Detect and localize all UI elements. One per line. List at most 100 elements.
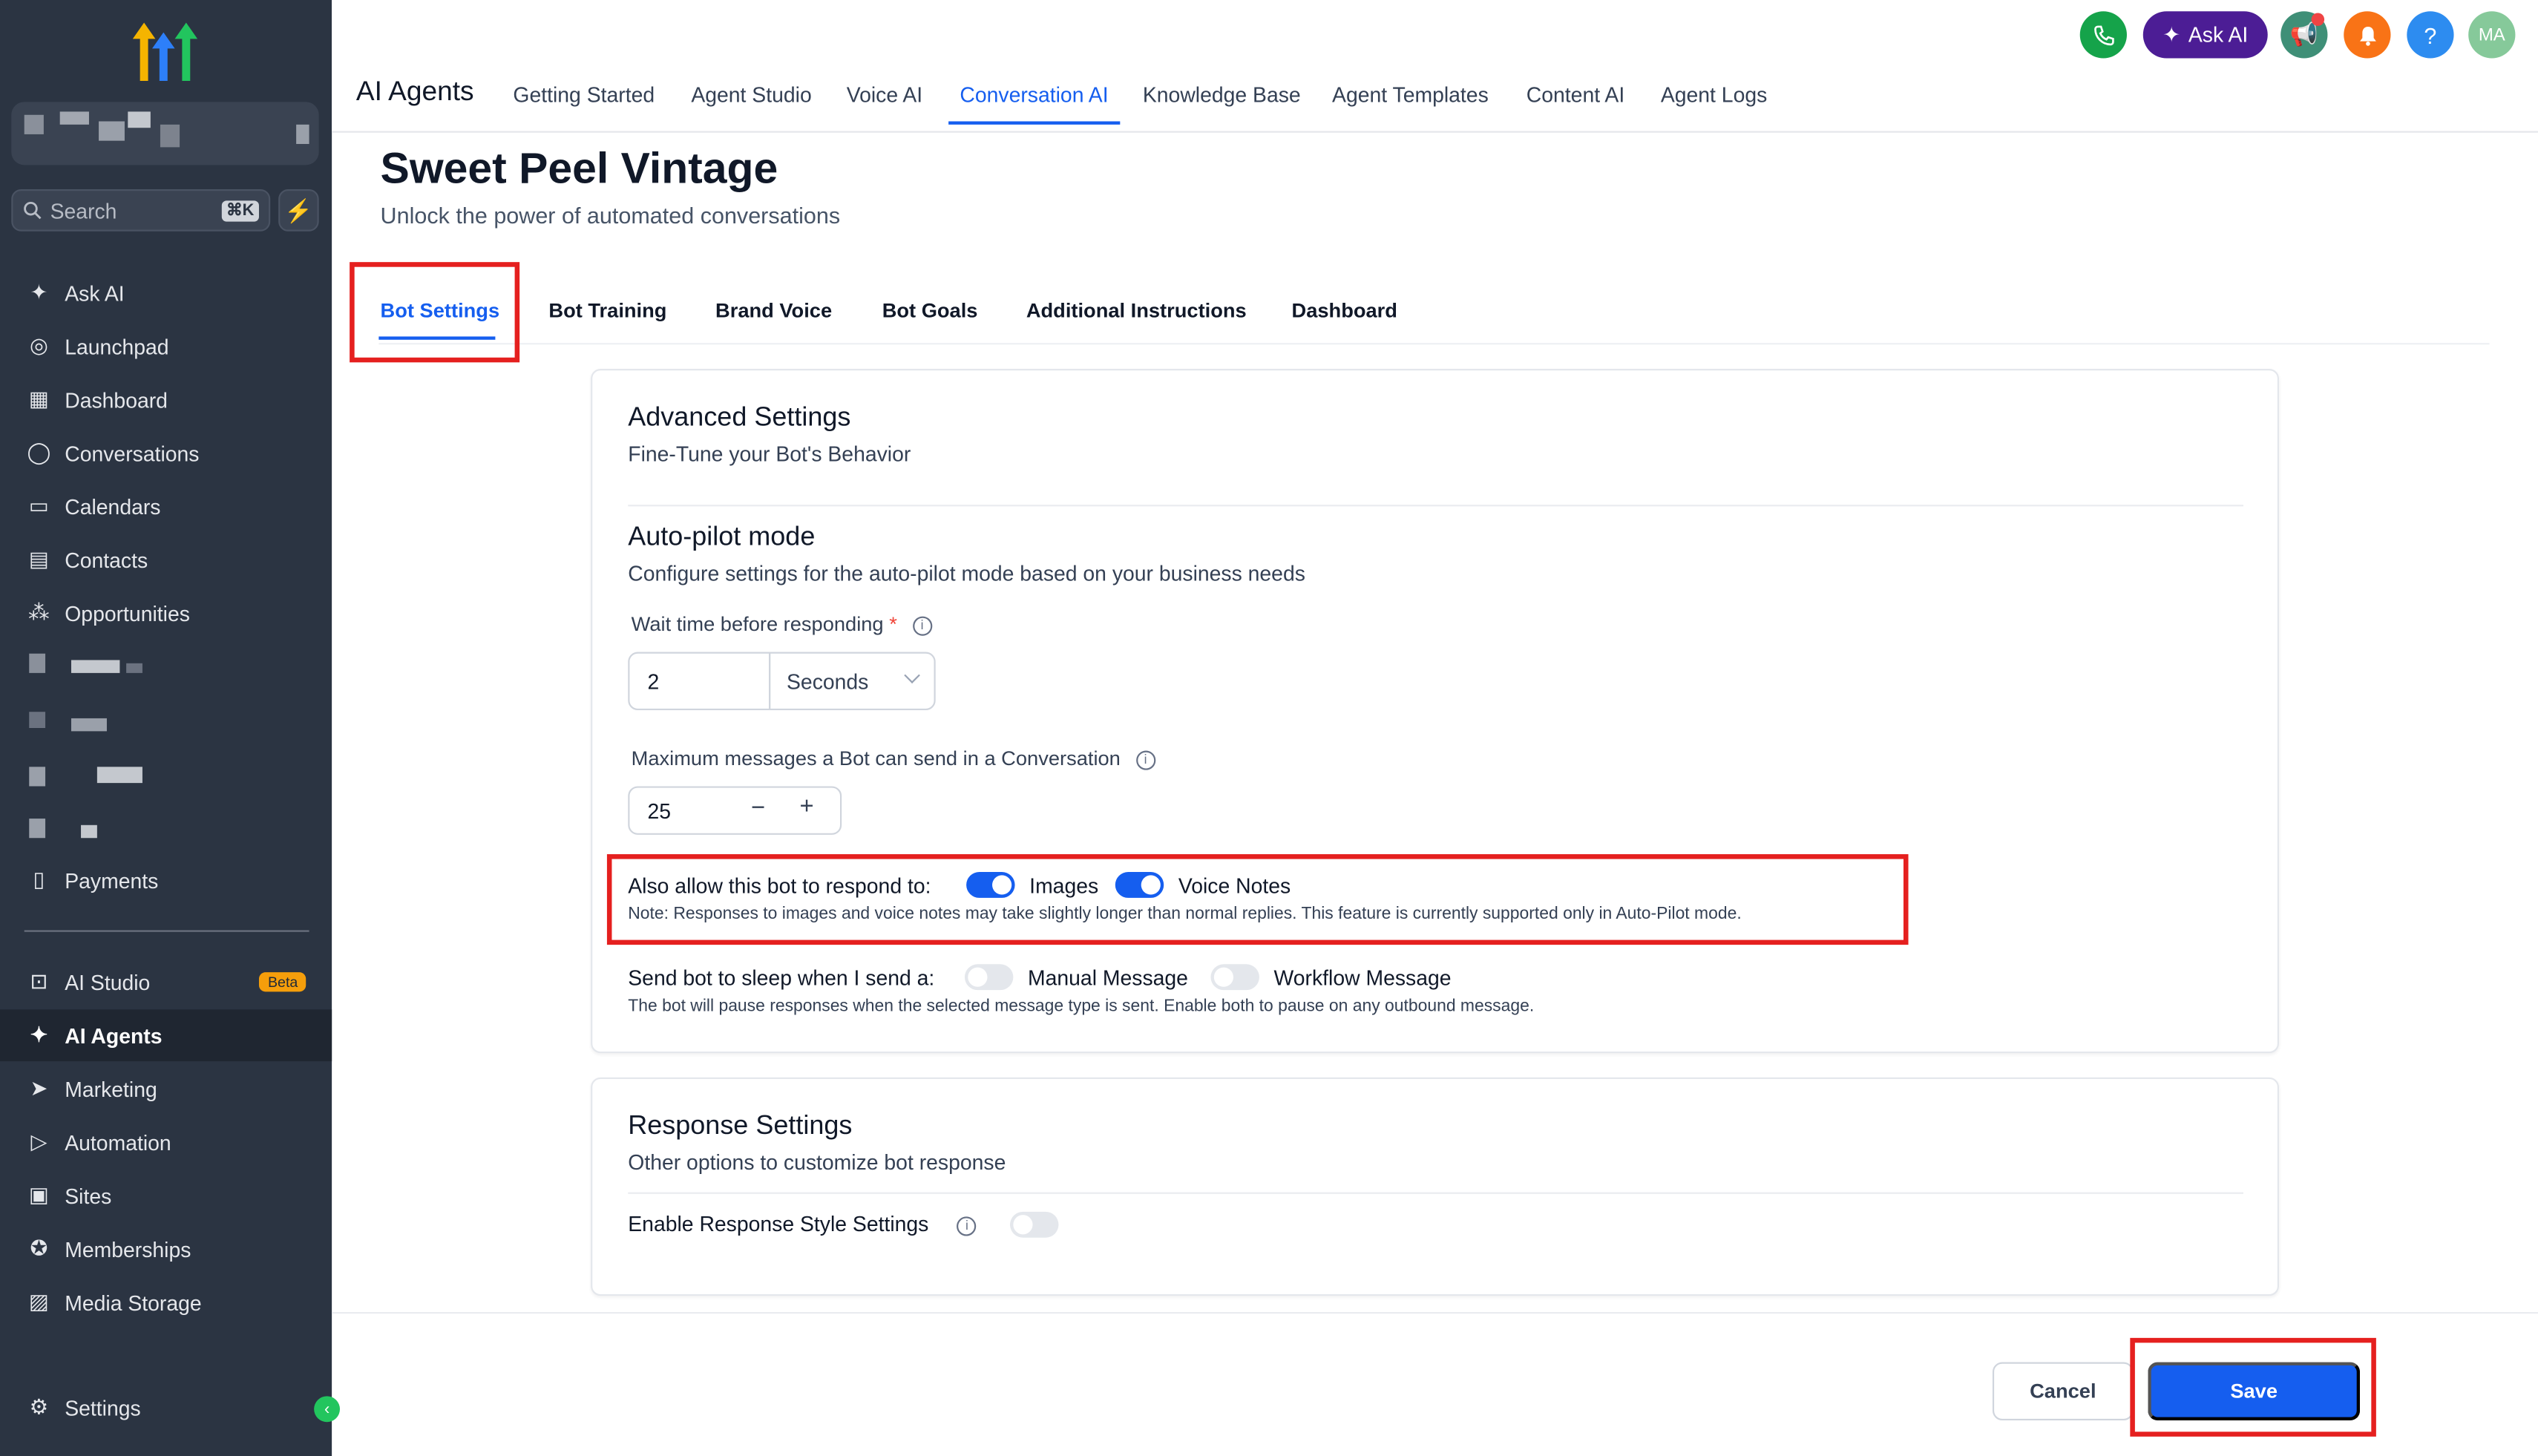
sidebar-item-ai-studio[interactable]: ⊡ AI Studio Beta <box>0 956 332 1008</box>
sidebar-item-ask-ai[interactable]: ✦ Ask AI <box>0 267 332 319</box>
autopilot-description: Configure settings for the auto-pilot mo… <box>628 561 1305 586</box>
image-icon: ▨ <box>28 1289 49 1314</box>
sidebar-item-sites[interactable]: ▣ Sites <box>0 1170 332 1221</box>
account-switcher[interactable] <box>11 102 319 165</box>
sidebar-item-marketing[interactable]: ➤ Marketing <box>0 1063 332 1115</box>
grid-icon: ▦ <box>28 387 49 411</box>
wait-time-input[interactable]: 2 <box>628 652 771 711</box>
award-icon: ✪ <box>30 1236 48 1261</box>
active-tab-indicator <box>948 121 1121 125</box>
sidebar-search[interactable]: Search ⌘K <box>11 189 271 232</box>
tab-conversation-ai[interactable]: Conversation AI <box>960 82 1108 107</box>
advanced-settings-card <box>591 369 2280 1054</box>
announcements-button[interactable]: 📢 <box>2280 11 2328 59</box>
tab-bot-training[interactable]: Bot Training <box>548 299 666 322</box>
required-asterisk: * <box>889 613 897 636</box>
tab-agent-logs[interactable]: Agent Logs <box>1661 82 1767 107</box>
megaphone-icon: 📢 <box>2289 21 2318 47</box>
workflow-message-toggle[interactable] <box>1210 964 1259 991</box>
quick-action-bolt-icon[interactable]: ⚡ <box>278 189 319 232</box>
tab-bot-goals[interactable]: Bot Goals <box>882 299 978 322</box>
search-placeholder: Search <box>50 198 117 223</box>
sparkle-icon: ✦ <box>30 1022 48 1047</box>
info-icon[interactable]: i <box>912 615 932 636</box>
tab-additional-instructions[interactable]: Additional Instructions <box>1026 299 1247 322</box>
play-circle-icon: ▷ <box>30 1129 47 1154</box>
response-settings-card <box>591 1077 2280 1296</box>
sleep-note: The bot will pause responses when the se… <box>628 996 1535 1017</box>
sidebar: Search ⌘K ⚡ ✦ Ask AI ◎ Launchpad ▦ Dashboar… <box>0 0 341 1456</box>
max-messages-label: Maximum messages a Bot can send in a Con… <box>632 747 1155 770</box>
decrement-minus-icon[interactable]: − <box>751 794 765 822</box>
sidebar-item-payments[interactable]: ▯ Payments <box>0 854 332 906</box>
sleep-label: Send bot to sleep when I send a: <box>628 965 935 991</box>
sparkle-icon: ✦ <box>30 280 48 304</box>
send-icon: ➤ <box>30 1075 48 1101</box>
chat-bubble-icon: ◯ <box>27 439 51 465</box>
app-root: Search ⌘K ⚡ ✦ Ask AI ◎ Launchpad ▦ Dashboar… <box>0 0 2538 1456</box>
sidebar-item-automation[interactable]: ▷ Automation <box>0 1116 332 1168</box>
tab-dashboard[interactable]: Dashboard <box>1292 299 1397 322</box>
section-divider <box>628 505 2244 507</box>
phone-icon <box>2093 24 2114 45</box>
tab-agent-studio[interactable]: Agent Studio <box>691 82 811 107</box>
site-icon: ▣ <box>28 1182 49 1207</box>
response-style-label: Enable Response Style Settings i <box>628 1212 977 1236</box>
subtabs-divider <box>378 343 2490 345</box>
top-header: AI Agents Getting Started Agent Studio V… <box>332 0 2538 133</box>
sidebar-collapse-chevron-icon[interactable]: ‹ <box>314 1396 341 1423</box>
info-icon[interactable]: i <box>957 1216 977 1236</box>
page-subtitle: Unlock the power of automated conversati… <box>380 202 841 229</box>
tab-brand-voice[interactable]: Brand Voice <box>715 299 832 322</box>
sidebar-item-opportunities[interactable]: ⁂ Opportunities <box>0 587 332 639</box>
manual-message-label: Manual Message <box>1028 965 1188 991</box>
tab-agent-templates[interactable]: Agent Templates <box>1332 82 1489 107</box>
search-shortcut: ⌘K <box>221 200 259 221</box>
header-title: AI Agents <box>355 76 474 107</box>
brand-logo-icon[interactable] <box>129 19 203 84</box>
page-title: Sweet Peel Vintage <box>380 144 778 193</box>
help-icon: ? <box>2424 22 2437 48</box>
wait-unit-select[interactable]: Seconds <box>769 652 936 711</box>
notifications-button[interactable] <box>2344 11 2391 59</box>
tab-voice-ai[interactable]: Voice AI <box>847 82 922 107</box>
gear-icon: ⚙ <box>29 1394 49 1419</box>
sparkle-icon: ✦ <box>2162 22 2180 47</box>
sidebar-item-calendars[interactable]: ▭ Calendars <box>0 480 332 532</box>
advanced-settings-title: Advanced Settings <box>628 402 851 433</box>
sidebar-item-memberships[interactable]: ✪ Memberships <box>0 1223 332 1275</box>
ask-ai-button[interactable]: ✦ Ask AI <box>2142 11 2268 59</box>
advanced-settings-subtitle: Fine-Tune your Bot's Behavior <box>628 442 911 466</box>
user-avatar[interactable]: MA <box>2468 11 2516 59</box>
tab-knowledge-base[interactable]: Knowledge Base <box>1143 82 1301 107</box>
help-button[interactable]: ? <box>2407 11 2454 59</box>
calendar-icon: ▭ <box>28 493 49 518</box>
sidebar-item-dashboard[interactable]: ▦ Dashboard <box>0 374 332 426</box>
sidebar-item-settings[interactable]: ⚙ Settings <box>0 1382 332 1434</box>
tab-getting-started[interactable]: Getting Started <box>513 82 655 107</box>
section-divider <box>628 1192 2244 1194</box>
footer-divider <box>332 1311 2538 1314</box>
cancel-button[interactable]: Cancel <box>1992 1362 2134 1421</box>
sidebar-item-ai-agents[interactable]: ✦ AI Agents <box>0 1009 332 1062</box>
sidebar-item-media-storage[interactable]: ▨ Media Storage <box>0 1276 332 1328</box>
increment-plus-icon[interactable]: + <box>799 793 813 820</box>
manual-message-toggle[interactable] <box>964 964 1014 991</box>
notification-dot <box>2311 13 2325 26</box>
network-icon: ⁂ <box>28 600 50 625</box>
sidebar-divider <box>24 930 309 932</box>
invoice-icon: ▯ <box>33 867 45 892</box>
phone-button[interactable] <box>2079 11 2127 59</box>
sidebar-item-contacts[interactable]: ▤ Contacts <box>0 534 332 586</box>
autopilot-title: Auto-pilot mode <box>628 522 816 552</box>
highlight-box-bot-settings <box>350 262 520 363</box>
info-icon[interactable]: i <box>1135 750 1155 770</box>
ai-studio-icon: ⊡ <box>30 968 48 994</box>
search-icon <box>24 201 42 220</box>
wait-time-label: Wait time before responding * i <box>632 613 932 636</box>
response-style-toggle[interactable] <box>1010 1211 1059 1238</box>
tab-content-ai[interactable]: Content AI <box>1527 82 1624 107</box>
highlight-box-respond <box>606 854 1909 945</box>
sidebar-item-launchpad[interactable]: ◎ Launchpad <box>0 321 332 373</box>
sidebar-item-conversations[interactable]: ◯ Conversations <box>0 427 332 479</box>
